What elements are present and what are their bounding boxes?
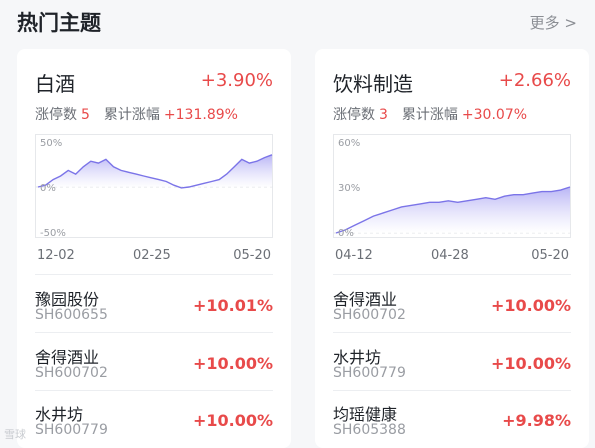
divider <box>35 390 273 391</box>
theme-chart: 50% 0% -50% <box>35 134 274 239</box>
stock-code: SH600702 <box>35 365 108 381</box>
theme-chart-svg: 50% 0% -50% <box>36 138 274 239</box>
x-tick-label: 04-28 <box>431 248 469 263</box>
watermark: 雪球 <box>4 428 26 441</box>
stock-row[interactable]: 水井坊 SH600779 +10.00% <box>35 401 273 448</box>
limit-up-count: 3 <box>379 107 388 123</box>
stock-code: SH600779 <box>35 422 108 438</box>
chart-x-axis: 12-02 02-25 05-20 <box>35 248 273 264</box>
theme-card[interactable]: 白酒 +3.90% 涨停数 5 累计涨幅 +131.89% 50% 0% -50% 12-… <box>17 49 291 448</box>
more-link[interactable]: 更多 > <box>530 12 577 33</box>
stock-code: SH600702 <box>333 307 406 323</box>
y-tick-label: 30% <box>338 183 360 194</box>
stock-change: +10.00% <box>192 354 273 373</box>
section-header: 热门主题 更多 > <box>0 0 595 44</box>
stock-code: SH600655 <box>35 307 108 323</box>
theme-chart-svg: 60% 30% 0% <box>334 138 572 239</box>
divider <box>333 274 571 275</box>
theme-change: +2.66% <box>498 70 571 91</box>
theme-change: +3.90% <box>200 70 273 91</box>
stock-row[interactable]: 舍得酒业 SH600702 +10.00% <box>333 286 571 338</box>
limit-up-label: 涨停数 <box>333 107 375 123</box>
stock-change: +9.98% <box>502 411 571 430</box>
chart-area <box>38 154 272 188</box>
stock-code: SH605388 <box>333 422 406 438</box>
divider <box>35 332 273 333</box>
divider <box>35 274 273 275</box>
stock-row[interactable]: 豫园股份 SH600655 +10.01% <box>35 286 273 338</box>
theme-stats: 涨停数 5 累计涨幅 +131.89% <box>35 104 238 124</box>
cumulative-change: +30.07% <box>461 107 528 123</box>
theme-card[interactable]: 饮料制造 +2.66% 涨停数 3 累计涨幅 +30.07% 60% 30% 0% 04-… <box>315 49 589 448</box>
x-tick-label: 05-20 <box>531 248 569 263</box>
stock-change: +10.00% <box>192 411 273 430</box>
limit-up-count: 5 <box>81 107 90 123</box>
chart-area <box>336 187 570 233</box>
theme-name: 饮料制造 <box>333 72 413 96</box>
x-tick-label: 02-25 <box>133 248 171 263</box>
divider <box>333 332 571 333</box>
x-tick-label: 12-02 <box>37 248 75 263</box>
cumulative-change: +131.89% <box>163 107 238 123</box>
y-tick-label: -50% <box>40 228 66 239</box>
theme-stats: 涨停数 3 累计涨幅 +30.07% <box>333 104 527 124</box>
section-title: 热门主题 <box>17 11 101 35</box>
theme-chart: 60% 30% 0% <box>333 134 572 239</box>
divider <box>333 390 571 391</box>
limit-up-label: 涨停数 <box>35 107 77 123</box>
stock-row[interactable]: 舍得酒业 SH600702 +10.00% <box>35 344 273 396</box>
cumulative-label: 累计涨幅 <box>401 107 458 123</box>
stock-change: +10.00% <box>490 354 571 373</box>
x-tick-label: 05-20 <box>233 248 271 263</box>
stock-row[interactable]: 水井坊 SH600779 +10.00% <box>333 344 571 396</box>
y-tick-label: 0% <box>338 228 354 239</box>
y-tick-label: 0% <box>40 183 56 194</box>
y-tick-label: 50% <box>40 138 62 149</box>
stock-row[interactable]: 均瑶健康 SH605388 +9.98% <box>333 401 571 448</box>
y-tick-label: 60% <box>338 138 360 149</box>
stock-change: +10.01% <box>192 296 273 315</box>
cumulative-label: 累计涨幅 <box>103 107 160 123</box>
theme-name: 白酒 <box>35 72 75 96</box>
stock-code: SH600779 <box>333 365 406 381</box>
stock-change: +10.00% <box>490 296 571 315</box>
chart-x-axis: 04-12 04-28 05-20 <box>333 248 571 264</box>
x-tick-label: 04-12 <box>335 248 373 263</box>
